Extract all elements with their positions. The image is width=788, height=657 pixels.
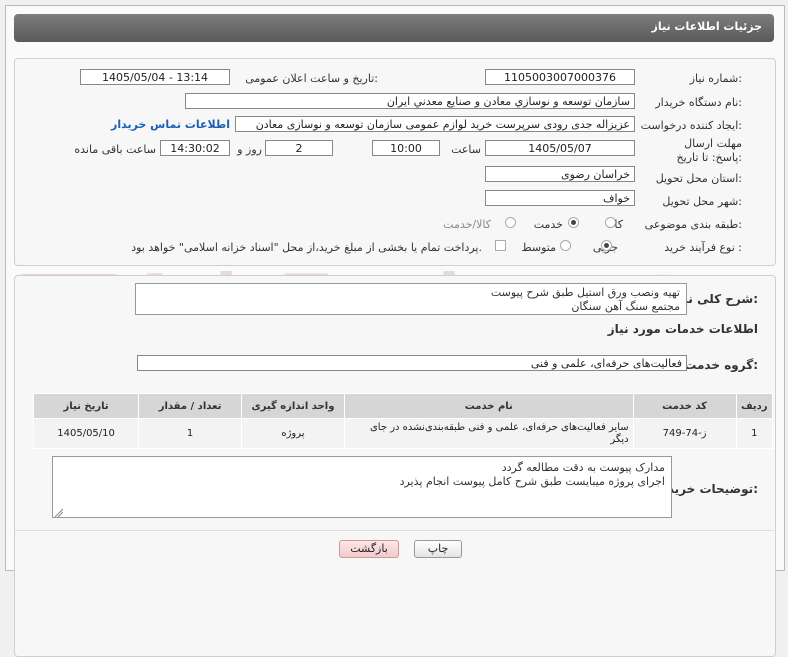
category-option-goods-service-label: کالا/خدمت (443, 218, 491, 231)
treasury-payment-checkbox[interactable] (495, 240, 506, 251)
days-label: روز و (237, 143, 262, 156)
col-code-header: کد خدمت (632, 393, 737, 419)
services-table: ردیف کد خدمت نام خدمت واحد اندازه گیری ت… (32, 393, 773, 449)
remaining-time-field: 14:30:02 (160, 140, 230, 156)
deadline-label: مهلت ارسال پاسخ: تا تاریخ: (676, 137, 742, 164)
summary-line-2: مجتمع سنگ آهن سنگان (571, 300, 680, 313)
cell-quantity: 1 (138, 418, 243, 449)
service-group-field: فعالیت‌های حرفه‌ای، علمی و فنی (137, 355, 687, 371)
category-service-radio[interactable] (568, 217, 579, 228)
need-number-field: 1105003007000376 (485, 69, 635, 85)
process-option-medium-label: متوسط (521, 241, 556, 254)
cell-need-date: 1405/05/10 (32, 418, 140, 449)
treasury-payment-note: پرداخت تمام یا بخشی از مبلغ خرید،از محل … (131, 241, 482, 254)
process-medium-radio[interactable] (560, 240, 571, 251)
summary-line-1: تهیه ونصب ورق استیل طبق شرح پیوست (490, 286, 680, 299)
buyer-notes-line-2: اجرای پروژه میبایست طبق شرح کامل پیوست ا… (399, 475, 665, 488)
creator-label: ایجاد کننده درخواست: (640, 119, 742, 132)
col-unit-header: واحد اندازه گیری (241, 393, 345, 419)
print-button[interactable]: چاپ (414, 540, 462, 558)
cell-row-number: 1 (735, 418, 773, 449)
buyer-org-label: نام دستگاه خریدار: (655, 96, 742, 109)
days-remaining-field: 2 (265, 140, 333, 156)
creator-field: عزیزاله جدی رودی سرپرست خرید لوازم عمومی… (235, 116, 635, 132)
page-title: جزئیات اطلاعات نیاز (651, 20, 763, 33)
province-label: استان محل تحویل: (655, 172, 742, 185)
buyer-notes-line-1: مدارک پیوست به دقت مطالعه گردد (501, 461, 665, 474)
footer-divider (14, 530, 774, 531)
services-section-title: اطلاعات خدمات مورد نیاز (607, 322, 758, 336)
col-name-header: نام خدمت (343, 393, 634, 419)
process-minor-radio[interactable] (601, 240, 612, 251)
category-label: طبقه بندی موضوعی: (644, 218, 742, 231)
buyer-notes-textarea[interactable]: مدارک پیوست به دقت مطالعه گردد اجرای پرو… (52, 456, 672, 518)
resize-handle-icon[interactable] (54, 507, 64, 518)
deadline-time-label: ساعت (451, 143, 481, 156)
cell-unit: پروژه (241, 418, 345, 449)
table-row[interactable]: 1 ز-74-749 سایر فعالیت‌های حرفه‌ای، علمی… (32, 418, 773, 449)
summary-textarea[interactable]: تهیه ونصب ورق استیل طبق شرح پیوست مجتمع … (135, 283, 687, 315)
remaining-time-label: ساعت باقی مانده (74, 143, 156, 156)
process-label: نوع فرآیند خرید : (664, 241, 742, 254)
col-qty-header: تعداد / مقدار (138, 393, 243, 419)
city-field: خواف (485, 190, 635, 206)
category-option-service-label: خدمت (533, 218, 563, 231)
cell-service-code: ز-74-749 (632, 418, 737, 449)
buyer-contact-link[interactable]: اطلاعات تماس خریدار (111, 118, 230, 131)
deadline-date-field: 1405/05/07 (485, 140, 635, 156)
announce-label: تاریخ و ساعت اعلان عمومی: (245, 72, 378, 85)
city-label: شهر محل تحویل: (662, 195, 742, 208)
need-number-label: شماره نیاز: (689, 72, 742, 85)
header-bar: جزئیات اطلاعات نیاز (14, 14, 774, 42)
deadline-time-field: 10:00 (372, 140, 440, 156)
buyer-org-field: سازمان توسعه و نوسازي معادن و صنايع معدن… (185, 93, 635, 109)
services-table-wrap: ردیف کد خدمت نام خدمت واحد اندازه گیری ت… (32, 393, 773, 449)
back-button[interactable]: بازگشت (339, 540, 399, 558)
category-goods-service-radio[interactable] (505, 217, 516, 228)
province-field: خراسان رضوی (485, 166, 635, 182)
service-group-label: گروه خدمت: (684, 358, 758, 372)
cell-service-name: سایر فعالیت‌های حرفه‌ای، علمی و فنی طبقه… (343, 418, 634, 449)
col-date-header: تاریخ نیاز (32, 393, 140, 419)
announce-datetime-field: 1405/05/04 - 13:14 (80, 69, 230, 85)
category-goods-radio[interactable] (605, 217, 616, 228)
col-row-header: ردیف (735, 393, 773, 419)
table-header-row: ردیف کد خدمت نام خدمت واحد اندازه گیری ت… (32, 393, 773, 419)
